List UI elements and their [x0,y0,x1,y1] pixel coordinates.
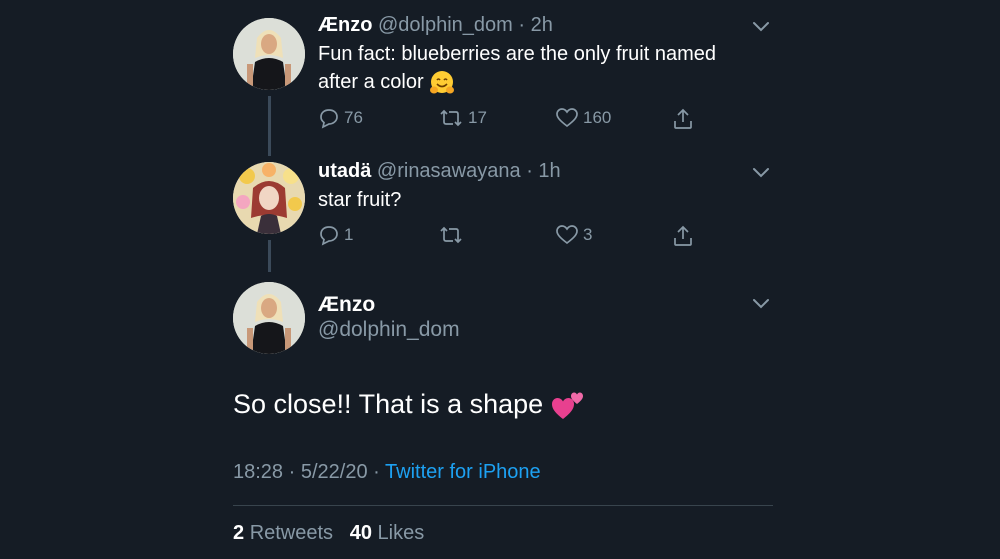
heart-icon [556,225,578,245]
hugging-face-icon [430,70,455,94]
author-handle[interactable]: @dolphin_dom [378,14,513,36]
tweet-time[interactable]: 18:28 [233,461,283,483]
retweet-button[interactable] [438,224,468,246]
author-handle[interactable]: @dolphin_dom [318,318,460,342]
share-icon [674,225,692,246]
chevron-down-icon[interactable] [751,19,771,33]
author-name[interactable]: Ænzo [318,293,375,317]
chevron-down-icon[interactable] [751,296,771,310]
tweet-date[interactable]: 5/22/20 [301,461,368,483]
tweet-time[interactable]: 2h [531,14,553,36]
source-link[interactable]: Twitter for iPhone [385,461,541,483]
avatar[interactable] [233,18,305,90]
avatar[interactable] [233,282,305,354]
reply-icon [320,109,338,129]
like-button[interactable]: 160 [555,107,611,129]
tweet-header: utadä @rinasawayana · 1h [318,160,561,183]
reply-button[interactable]: 1 [318,224,353,246]
tweet-actions: 76 17 160 [318,107,718,133]
separator-dot: · [288,461,296,483]
tweet-text: star fruit? [318,189,402,211]
tweet-thread: Ænzo @dolphin_dom · 2h Fun fact: blueber… [0,0,1000,559]
main-tweet-text: So close!! That is a shape [233,389,585,421]
like-count: 3 [583,225,593,244]
separator-dot: · [373,461,380,483]
avatar[interactable] [233,162,305,234]
retweet-button[interactable]: 17 [438,107,487,129]
thread-connector [268,96,271,156]
tweet-text: Fun fact: blueberries are the only fruit… [318,40,716,96]
reply-count: 76 [344,108,363,127]
tweet-text-line: Fun fact: blueberries are the only fruit… [318,43,716,65]
retweet-total: 2 [233,522,245,544]
reply-icon [320,226,338,246]
author-name[interactable]: Ænzo [318,14,372,36]
two-hearts-icon [551,392,583,419]
like-total: 40 [349,522,372,544]
author-name[interactable]: utadä [318,160,371,182]
retweet-count: 17 [468,108,487,127]
engagement-stats: 2 Retweets 40 Likes [233,522,424,545]
likes-label: Likes [377,522,425,544]
like-button[interactable]: 3 [555,224,592,246]
reply-button[interactable]: 76 [318,107,363,129]
share-button[interactable] [672,107,694,131]
tweet-text-line: after a color [318,68,716,96]
retweet-icon [440,226,462,244]
retweets-label: Retweets [249,522,334,544]
chevron-down-icon[interactable] [751,165,771,179]
tweet-actions: 1 3 [318,224,718,250]
author-handle[interactable]: @rinasawayana [377,160,521,182]
like-count: 160 [583,108,612,127]
separator-dot: · [526,160,533,182]
tweet-meta: 18:28 · 5/22/20 · Twitter for iPhone [233,461,541,484]
thread-connector [268,240,271,272]
separator-dot: · [518,14,526,36]
share-button[interactable] [672,224,694,248]
retweets-stat[interactable]: 2 Retweets [233,522,333,544]
reply-count: 1 [344,225,354,244]
tweet-header: Ænzo @dolphin_dom · 2h [318,14,553,37]
heart-icon [556,108,578,128]
share-icon [674,108,692,129]
divider [233,505,773,506]
tweet-time[interactable]: 1h [538,160,560,182]
retweet-icon [440,109,462,127]
likes-stat[interactable]: 40 Likes [350,522,425,544]
